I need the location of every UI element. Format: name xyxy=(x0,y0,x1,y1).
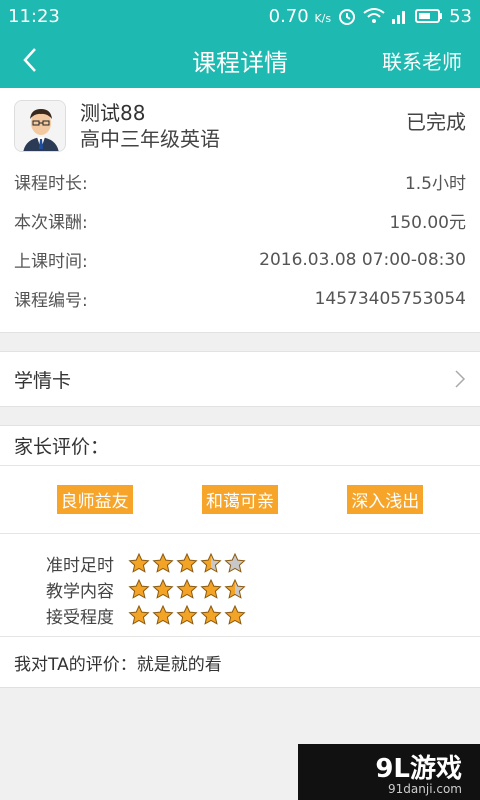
watermark-logo: 9L游戏 91danji.com xyxy=(298,744,480,800)
ratings: 准时足时 教学内容 接受程度 xyxy=(0,534,480,636)
info-label: 上课时间: xyxy=(14,252,88,272)
star-icon xyxy=(176,604,198,625)
network-speed: 0.70 K/s xyxy=(268,5,332,27)
star-icon xyxy=(152,578,174,599)
info-value: 14573405753054 xyxy=(314,288,466,309)
section-divider xyxy=(0,332,480,352)
signal-icon xyxy=(391,7,409,25)
star-icon xyxy=(200,552,222,573)
star-icon xyxy=(224,552,246,573)
star-icon xyxy=(128,604,150,625)
info-row-duration: 课程时长: 1.5小时 xyxy=(14,162,466,201)
my-evaluation-text: 就是就的看 xyxy=(136,654,222,675)
status-badge: 已完成 xyxy=(406,110,466,134)
battery-icon xyxy=(415,8,443,24)
evaluation-tag: 深入浅出 xyxy=(347,485,424,514)
rating-label: 准时足时 xyxy=(46,555,114,576)
my-evaluation-label: 我对TA的评价： xyxy=(14,654,137,675)
course-subject: 高中三年级英语 xyxy=(80,127,220,151)
star-icon xyxy=(176,552,198,573)
report-card-link[interactable]: 学情卡 xyxy=(0,352,480,406)
rating-row: 接受程度 xyxy=(46,602,480,628)
course-info-card: 测试88 高中三年级英语 已完成 课程时长: 1.5小时 本次课酬: 150.0… xyxy=(0,88,480,332)
rating-row: 准时足时 xyxy=(46,550,480,576)
chevron-right-icon xyxy=(455,370,466,388)
star-rating xyxy=(128,552,246,574)
star-rating xyxy=(128,604,246,626)
info-row-fee: 本次课酬: 150.00元 xyxy=(14,201,466,240)
rating-label: 接受程度 xyxy=(46,607,114,628)
status-icons: 0.70 K/s 53 xyxy=(269,6,472,27)
rating-label: 教学内容 xyxy=(46,581,114,602)
wifi-icon xyxy=(363,7,385,25)
parent-evaluation-card: 家长评价： 良师益友 和蔼可亲 深入浅出 准时足时 教学内容 接受程度 我对TA… xyxy=(0,426,480,688)
star-icon xyxy=(200,604,222,625)
info-row-course-id: 课程编号: 14573405753054 xyxy=(14,279,466,318)
star-icon xyxy=(128,578,150,599)
star-icon xyxy=(224,604,246,625)
rating-row: 教学内容 xyxy=(46,576,480,602)
parent-evaluation-title: 家长评价： xyxy=(0,426,480,466)
section-divider xyxy=(0,406,480,426)
teacher-name: 测试88 xyxy=(80,101,146,125)
star-icon xyxy=(176,578,198,599)
alarm-icon xyxy=(337,6,357,26)
contact-teacher-button[interactable]: 联系老师 xyxy=(382,46,462,75)
evaluation-tag: 和蔼可亲 xyxy=(201,485,278,514)
watermark-text: 9L游戏 xyxy=(375,754,462,784)
avatar xyxy=(14,100,66,152)
report-card-label: 学情卡 xyxy=(14,369,72,392)
status-time: 11:23 xyxy=(8,5,60,27)
status-bar: 11:23 0.70 K/s 53 xyxy=(0,0,480,32)
teacher-avatar-icon xyxy=(15,101,65,151)
info-value: 1.5小时 xyxy=(404,174,466,194)
info-value: 2016.03.08 07:00-08:30 xyxy=(259,249,466,270)
star-icon xyxy=(152,552,174,573)
info-row-time: 上课时间: 2016.03.08 07:00-08:30 xyxy=(14,240,466,279)
info-label: 课程时长: xyxy=(14,174,88,194)
evaluation-tags: 良师益友 和蔼可亲 深入浅出 xyxy=(0,466,480,534)
battery-level: 53 xyxy=(449,5,472,27)
star-rating xyxy=(128,578,246,600)
star-icon xyxy=(200,578,222,599)
info-label: 本次课酬: xyxy=(14,213,88,233)
my-evaluation: 我对TA的评价： 就是就的看 xyxy=(0,636,480,688)
watermark-url: 91danji.com xyxy=(388,782,462,796)
evaluation-tag: 良师益友 xyxy=(56,485,133,514)
star-icon xyxy=(128,552,150,573)
info-label: 课程编号: xyxy=(14,291,88,311)
nav-bar: 课程详情 联系老师 xyxy=(0,32,480,88)
star-icon xyxy=(224,578,246,599)
course-header: 测试88 高中三年级英语 已完成 xyxy=(14,100,466,162)
info-value: 150.00元 xyxy=(389,213,466,233)
star-icon xyxy=(152,604,174,625)
